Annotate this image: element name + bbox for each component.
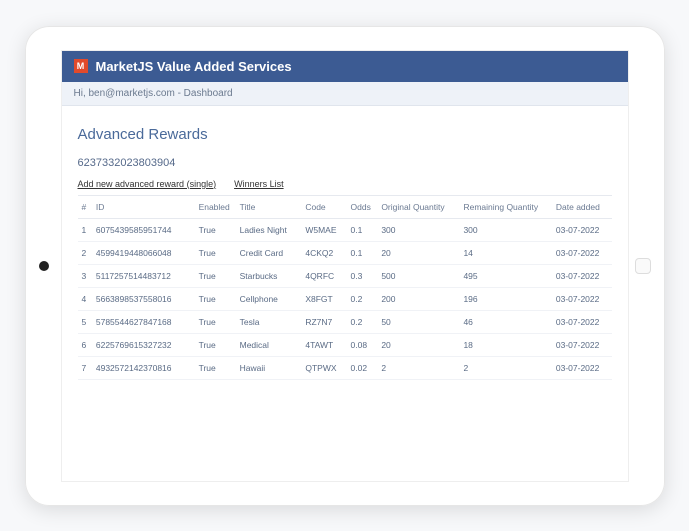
app-title: MarketJS Value Added Services — [96, 59, 292, 74]
cell-orig-qty: 300 — [377, 218, 459, 241]
cell-title: Cellphone — [236, 287, 302, 310]
cell-num: 6 — [78, 333, 92, 356]
cell-odds: 0.2 — [347, 310, 378, 333]
cell-orig-qty: 200 — [377, 287, 459, 310]
table-row[interactable]: 16075439585951744TrueLadies NightW5MAE0.… — [78, 218, 612, 241]
add-new-reward-link[interactable]: Add new advanced reward (single) — [78, 179, 217, 189]
cell-code: 4QRFC — [301, 264, 346, 287]
cell-title: Hawaii — [236, 356, 302, 379]
cell-code: 4TAWT — [301, 333, 346, 356]
th-date-added: Date added — [552, 195, 612, 218]
cell-odds: 0.02 — [347, 356, 378, 379]
th-odds: Odds — [347, 195, 378, 218]
cell-id: 6225769615327232 — [92, 333, 195, 356]
cell-orig-qty: 20 — [377, 333, 459, 356]
record-id: 6237332023803904 — [78, 157, 612, 169]
tablet-frame: M MarketJS Value Added Services Hi, ben@… — [25, 26, 665, 506]
cell-orig-qty: 2 — [377, 356, 459, 379]
cell-code: RZ7N7 — [301, 310, 346, 333]
cell-enabled: True — [195, 218, 236, 241]
app-header: M MarketJS Value Added Services — [62, 51, 628, 82]
logo-icon: M — [74, 59, 88, 73]
cell-id: 5663898537558016 — [92, 287, 195, 310]
cell-enabled: True — [195, 241, 236, 264]
cell-code: W5MAE — [301, 218, 346, 241]
cell-code: 4CKQ2 — [301, 241, 346, 264]
cell-num: 7 — [78, 356, 92, 379]
action-links: Add new advanced reward (single) Winners… — [78, 179, 612, 189]
cell-num: 3 — [78, 264, 92, 287]
cell-odds: 0.1 — [347, 218, 378, 241]
th-enabled: Enabled — [195, 195, 236, 218]
table-row[interactable]: 35117257514483712TrueStarbucks4QRFC0.350… — [78, 264, 612, 287]
cell-id: 5785544627847168 — [92, 310, 195, 333]
cell-title: Ladies Night — [236, 218, 302, 241]
home-button[interactable] — [635, 258, 651, 274]
cell-id: 5117257514483712 — [92, 264, 195, 287]
cell-date-added: 03-07-2022 — [552, 356, 612, 379]
cell-title: Tesla — [236, 310, 302, 333]
page-title: Advanced Rewards — [78, 126, 612, 143]
screen: M MarketJS Value Added Services Hi, ben@… — [61, 50, 629, 482]
cell-rem-qty: 46 — [459, 310, 551, 333]
cell-num: 1 — [78, 218, 92, 241]
th-num: # — [78, 195, 92, 218]
rewards-table: # ID Enabled Title Code Odds Original Qu… — [78, 195, 612, 380]
th-id: ID — [92, 195, 195, 218]
cell-orig-qty: 500 — [377, 264, 459, 287]
cell-date-added: 03-07-2022 — [552, 310, 612, 333]
camera-dot — [39, 261, 49, 271]
cell-enabled: True — [195, 287, 236, 310]
subheader-greeting: Hi, ben@marketjs.com - Dashboard — [62, 82, 628, 106]
cell-num: 2 — [78, 241, 92, 264]
main-content: Advanced Rewards 6237332023803904 Add ne… — [62, 106, 628, 481]
table-row[interactable]: 55785544627847168TrueTeslaRZ7N70.2504603… — [78, 310, 612, 333]
cell-rem-qty: 2 — [459, 356, 551, 379]
cell-code: X8FGT — [301, 287, 346, 310]
th-rem-qty: Remaining Quantity — [459, 195, 551, 218]
cell-date-added: 03-07-2022 — [552, 264, 612, 287]
cell-id: 4932572142370816 — [92, 356, 195, 379]
cell-date-added: 03-07-2022 — [552, 287, 612, 310]
table-row[interactable]: 74932572142370816TrueHawaiiQTPWX0.022203… — [78, 356, 612, 379]
table-header-row: # ID Enabled Title Code Odds Original Qu… — [78, 195, 612, 218]
cell-id: 4599419448066048 — [92, 241, 195, 264]
cell-date-added: 03-07-2022 — [552, 333, 612, 356]
cell-num: 4 — [78, 287, 92, 310]
cell-num: 5 — [78, 310, 92, 333]
th-code: Code — [301, 195, 346, 218]
cell-date-added: 03-07-2022 — [552, 218, 612, 241]
th-orig-qty: Original Quantity — [377, 195, 459, 218]
cell-odds: 0.08 — [347, 333, 378, 356]
cell-orig-qty: 50 — [377, 310, 459, 333]
cell-orig-qty: 20 — [377, 241, 459, 264]
cell-odds: 0.2 — [347, 287, 378, 310]
cell-rem-qty: 300 — [459, 218, 551, 241]
cell-enabled: True — [195, 333, 236, 356]
table-row[interactable]: 66225769615327232TrueMedical4TAWT0.08201… — [78, 333, 612, 356]
cell-code: QTPWX — [301, 356, 346, 379]
cell-rem-qty: 196 — [459, 287, 551, 310]
table-row[interactable]: 24599419448066048TrueCredit Card4CKQ20.1… — [78, 241, 612, 264]
winners-list-link[interactable]: Winners List — [234, 179, 284, 189]
cell-enabled: True — [195, 310, 236, 333]
cell-date-added: 03-07-2022 — [552, 241, 612, 264]
cell-rem-qty: 18 — [459, 333, 551, 356]
cell-rem-qty: 495 — [459, 264, 551, 287]
cell-odds: 0.1 — [347, 241, 378, 264]
cell-enabled: True — [195, 356, 236, 379]
cell-title: Credit Card — [236, 241, 302, 264]
cell-title: Medical — [236, 333, 302, 356]
th-title: Title — [236, 195, 302, 218]
cell-odds: 0.3 — [347, 264, 378, 287]
cell-title: Starbucks — [236, 264, 302, 287]
cell-id: 6075439585951744 — [92, 218, 195, 241]
cell-rem-qty: 14 — [459, 241, 551, 264]
cell-enabled: True — [195, 264, 236, 287]
table-row[interactable]: 45663898537558016TrueCellphoneX8FGT0.220… — [78, 287, 612, 310]
